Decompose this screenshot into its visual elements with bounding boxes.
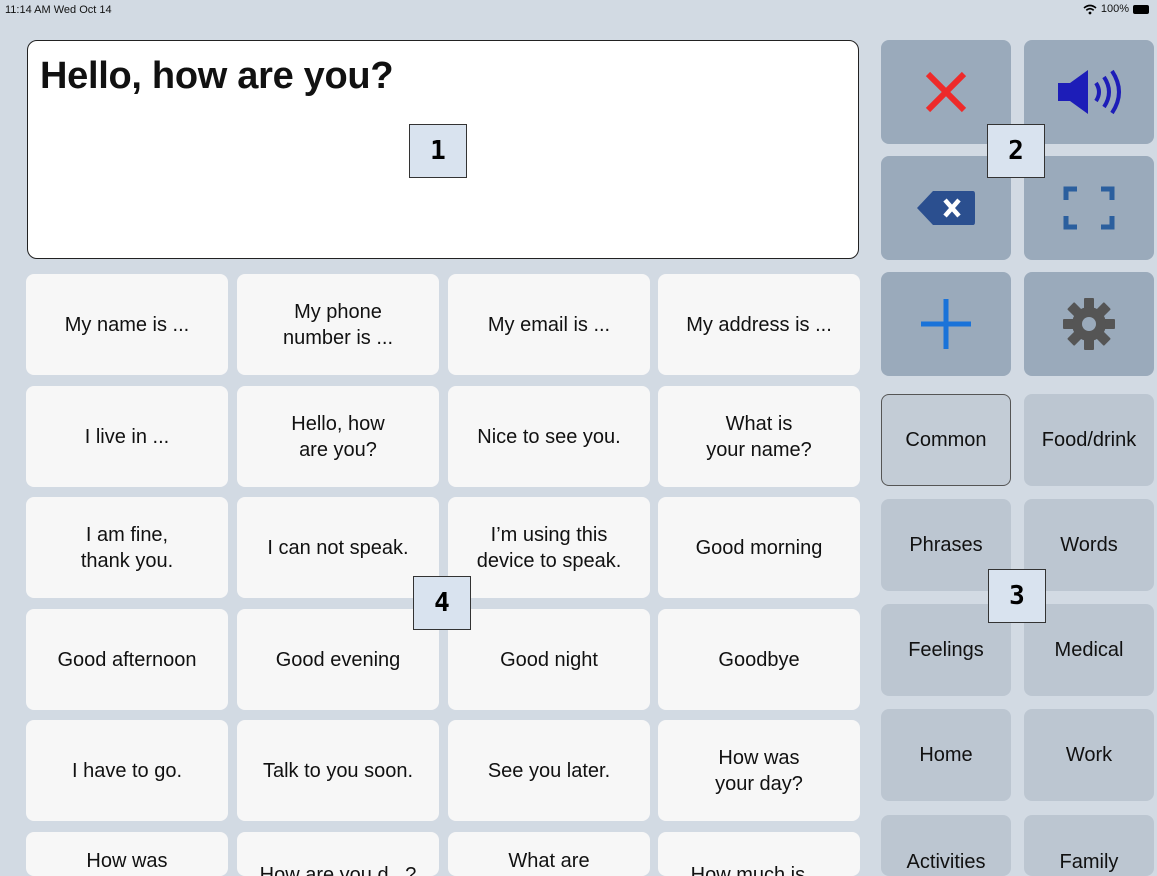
phrase-button[interactable]: How are you d...?: [237, 832, 439, 876]
speaker-icon: [1058, 69, 1121, 115]
gear-icon: [1063, 298, 1115, 350]
fullscreen-icon: [1063, 186, 1115, 230]
category-work[interactable]: Work: [1024, 709, 1154, 801]
phrase-button[interactable]: How much is ...: [658, 832, 860, 876]
phrase-button[interactable]: Goodbye: [658, 609, 860, 710]
phrase-button[interactable]: See you later.: [448, 720, 650, 821]
battery-percent: 100%: [1100, 3, 1129, 15]
phrase-button[interactable]: My phone number is ...: [237, 274, 439, 375]
battery-icon: [1133, 4, 1149, 14]
category-food-drink[interactable]: Food/drink: [1024, 394, 1154, 486]
phrase-button[interactable]: My email is ...: [448, 274, 650, 375]
annotation-marker-3: 3: [988, 569, 1046, 623]
phrase-button[interactable]: My name is ...: [26, 274, 228, 375]
status-bar: 11:14 AM Wed Oct 14 100%: [0, 0, 1157, 20]
phrase-button[interactable]: I live in ...: [26, 386, 228, 487]
add-button[interactable]: [881, 272, 1011, 376]
annotation-marker-1: 1: [409, 124, 467, 178]
settings-button[interactable]: [1024, 272, 1154, 376]
message-text: Hello, how are you?: [40, 55, 394, 97]
backspace-icon: [917, 191, 975, 225]
phrase-button[interactable]: How was your day?: [658, 720, 860, 821]
phrase-button[interactable]: Talk to you soon.: [237, 720, 439, 821]
phrase-button[interactable]: Hello, how are you?: [237, 386, 439, 487]
phrase-button[interactable]: What is your name?: [658, 386, 860, 487]
phrase-button[interactable]: How was: [26, 832, 228, 876]
phrase-button[interactable]: Good morning: [658, 497, 860, 598]
category-common[interactable]: Common: [881, 394, 1011, 486]
category-family[interactable]: Family: [1024, 815, 1154, 876]
plus-icon: [921, 299, 971, 349]
category-activities[interactable]: Activities: [881, 815, 1011, 876]
phrase-button[interactable]: Good evening: [237, 609, 439, 710]
phrase-button[interactable]: I’m using this device to speak.: [448, 497, 650, 598]
phrase-button[interactable]: Nice to see you.: [448, 386, 650, 487]
phrase-button[interactable]: I am fine, thank you.: [26, 497, 228, 598]
close-x-icon: [925, 71, 967, 113]
phrase-button[interactable]: What are: [448, 832, 650, 876]
phrase-button[interactable]: I can not speak.: [237, 497, 439, 598]
phrase-button[interactable]: My address is ...: [658, 274, 860, 375]
category-home[interactable]: Home: [881, 709, 1011, 801]
phrase-button[interactable]: I have to go.: [26, 720, 228, 821]
status-time: 11:14 AM Wed Oct 14: [5, 4, 112, 16]
phrase-button[interactable]: Good night: [448, 609, 650, 710]
status-indicators: 100%: [1083, 3, 1149, 15]
annotation-marker-2: 2: [987, 124, 1045, 178]
wifi-icon: [1083, 4, 1097, 14]
phrase-button[interactable]: Good afternoon: [26, 609, 228, 710]
annotation-marker-4: 4: [413, 576, 471, 630]
